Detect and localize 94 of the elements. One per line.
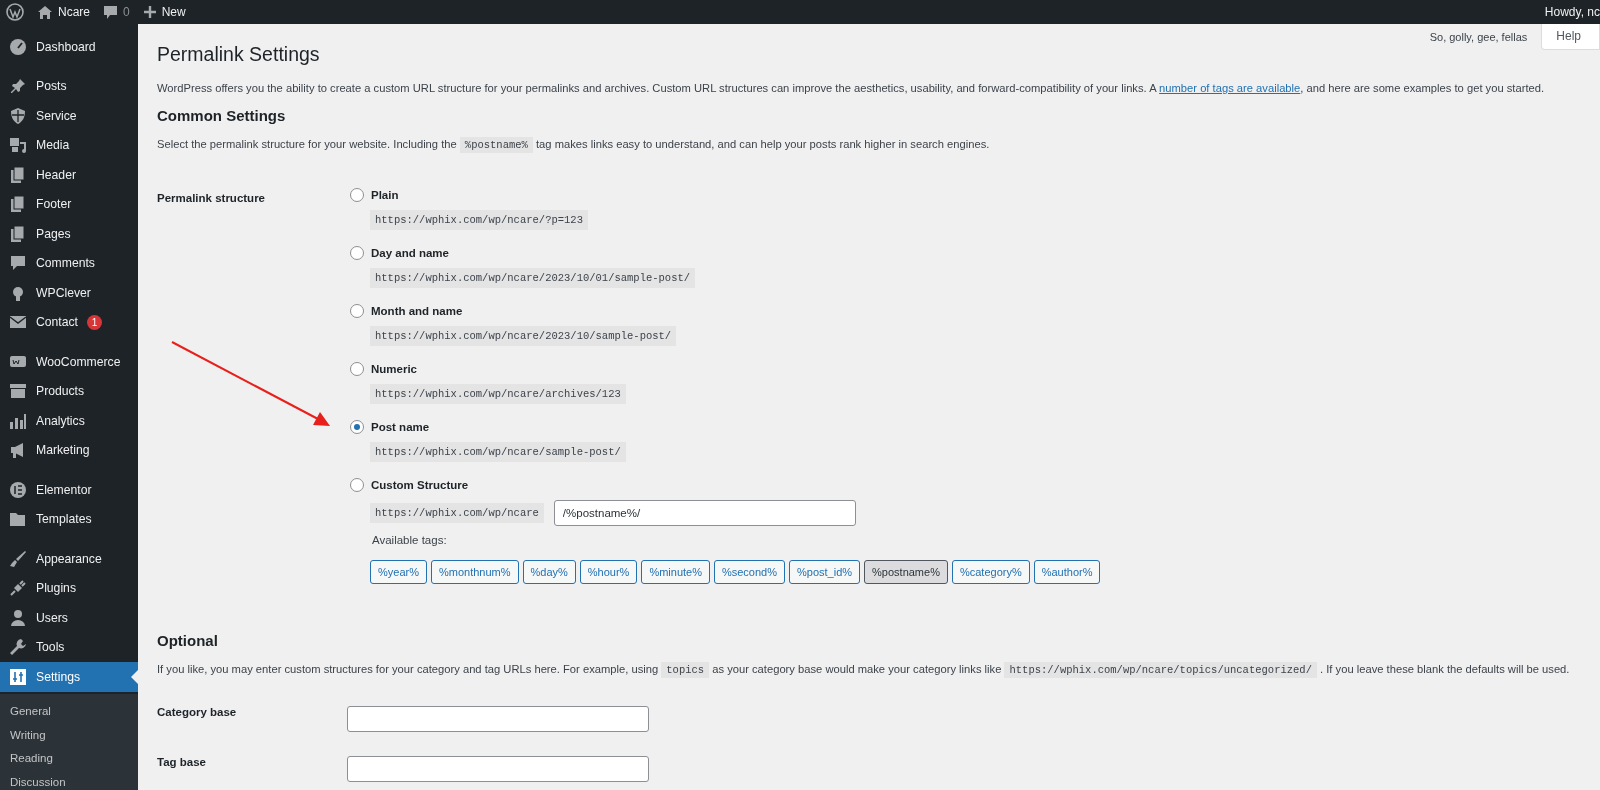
wrench-icon [9, 638, 27, 657]
radio-button[interactable] [350, 245, 364, 260]
intro-text: WordPress offers you the ability to create a custom URL structure for your permalinks and archives. Custom URL structures can improve the aesthetics, usability, and forward-compatibility of your links. A number of tags are available, and here are some examples to get you started. [157, 81, 1546, 96]
sidebar-item[interactable]: Marketing [0, 435, 138, 465]
paintbrush-icon [9, 549, 27, 568]
sidebar-item[interactable]: Media [0, 130, 138, 160]
comments-count[interactable]: 0 [123, 5, 130, 19]
radio-button[interactable] [350, 187, 364, 202]
sidebar-item[interactable]: Settings [0, 662, 138, 692]
example-url: https://wphix.com/wp/ncare/sample-post/ [370, 441, 626, 462]
document-icon [9, 165, 27, 184]
section-description: If you like, you may enter custom structures for your category and tag URLs here. For example, using topics as your category base would make your category links like https://wphix.com/wp/ncare/topics/uncategorized/ . If you leave these blank the defaults will be used. [157, 660, 1571, 679]
radio-button[interactable] [350, 477, 364, 492]
tag-button[interactable]: %hour% [579, 559, 638, 584]
gauge-icon [9, 37, 27, 56]
sidebar-item[interactable]: Comments [0, 248, 138, 278]
text-field[interactable] [347, 756, 649, 783]
submenu-item[interactable]: Reading [0, 746, 138, 770]
archive-box-icon [9, 382, 27, 401]
tag-button[interactable]: %day% [522, 559, 576, 584]
sidebar-item[interactable]: Dashboard [0, 32, 138, 62]
speech-bubble-icon[interactable] [104, 5, 117, 19]
sidebar-item[interactable]: Plugins [0, 573, 138, 603]
option-label[interactable]: Custom Structure [371, 478, 469, 491]
sidebar-item[interactable]: Footer [0, 189, 138, 219]
submenu-item[interactable]: Discussion [0, 770, 138, 790]
radio-button[interactable] [350, 361, 364, 376]
tag-button[interactable]: %category% [951, 559, 1030, 584]
sidebar-item[interactable]: WooCommerce [0, 347, 138, 377]
help-tab[interactable]: Help [1541, 24, 1600, 50]
example-url: https://wphix.com/wp/ncare/archives/123 [370, 383, 626, 404]
example-url: https://wphix.com/wp/ncare/2023/10/01/sample-post/ [370, 267, 696, 288]
option-label[interactable]: Post name [371, 420, 430, 433]
plug-icon [9, 579, 27, 598]
media-icon [9, 136, 27, 155]
new-link[interactable]: New [161, 5, 186, 19]
section-heading: Common Settings [157, 106, 287, 124]
speech-bubble-icon [9, 254, 27, 273]
site-name-link[interactable]: Ncare [58, 5, 90, 19]
pin-icon [9, 77, 27, 96]
folder-icon [9, 510, 27, 529]
sidebar-item[interactable]: WPClever [0, 278, 138, 308]
radio-button[interactable] [350, 303, 364, 318]
example-url: https://wphix.com/wp/ncare/?p=123 [370, 209, 588, 230]
tag-button[interactable]: %monthnum% [430, 559, 519, 584]
document-icon [9, 224, 27, 243]
wordpress-logo-icon[interactable] [6, 3, 24, 21]
hello-dolly-quote: So, golly, gee, fellas [1429, 31, 1528, 43]
page-title: Permalink Settings [157, 43, 321, 66]
document-icon [9, 195, 27, 214]
sidebar-item[interactable]: Templates [0, 504, 138, 534]
count-badge: 1 [87, 314, 102, 330]
sliders-icon [9, 667, 27, 686]
bar-chart-icon [9, 411, 27, 430]
example-url: https://wphix.com/wp/ncare/2023/10/sample-post/ [370, 325, 677, 346]
sidebar-item[interactable]: Analytics [0, 406, 138, 436]
section-description: Select the permalink structure for your website. Including the %postname% tag makes links easy to understand, and can help your posts rank higher in search engines. [157, 135, 991, 154]
sidebar-item[interactable]: Posts [0, 71, 138, 101]
field-label: Permalink structure [157, 191, 266, 204]
sidebar-item[interactable]: Products [0, 376, 138, 406]
submenu-item[interactable]: Writing [0, 723, 138, 747]
tag-button[interactable]: %postname% [864, 559, 948, 584]
text-field[interactable] [347, 706, 649, 733]
sidebar-item[interactable]: Appearance [0, 544, 138, 574]
option-label[interactable]: Month and name [371, 304, 463, 317]
sidebar-item[interactable]: Users [0, 603, 138, 633]
sidebar-item[interactable]: Header [0, 160, 138, 190]
shield-icon [9, 106, 27, 125]
person-icon [9, 608, 27, 627]
field-label: Category base [157, 706, 238, 719]
option-label[interactable]: Plain [371, 188, 399, 201]
url-prefix: https://wphix.com/wp/ncare [370, 502, 544, 523]
field-label: Tag base [157, 756, 207, 769]
submenu-item[interactable]: General [0, 699, 138, 723]
tag-button[interactable]: %year% [370, 559, 427, 584]
sidebar-item[interactable]: Contact 1 [0, 307, 138, 337]
sidebar-item[interactable]: Service [0, 101, 138, 131]
tag-button[interactable]: %post_id% [789, 559, 861, 584]
greeting-link[interactable]: Howdy, nc [1544, 5, 1600, 19]
radio-button[interactable] [350, 419, 364, 434]
available-tags-label: Available tags: [372, 533, 448, 546]
option-label[interactable]: Day and name [371, 246, 449, 259]
tag-button[interactable]: %author% [1033, 559, 1101, 584]
circle-logo-icon [9, 480, 27, 499]
tag-button[interactable]: %second% [713, 559, 785, 584]
sidebar-item[interactable]: Elementor [0, 475, 138, 505]
tag-button[interactable]: %minute% [641, 559, 710, 584]
section-heading: Optional [157, 631, 219, 649]
custom-structure-field[interactable]: /%postname%/ [553, 499, 856, 526]
sidebar-item[interactable]: Tools [0, 632, 138, 662]
option-label[interactable]: Numeric [371, 362, 418, 375]
plus-icon[interactable] [143, 6, 156, 18]
sidebar-item[interactable]: Pages [0, 219, 138, 249]
home-icon[interactable] [38, 5, 52, 19]
